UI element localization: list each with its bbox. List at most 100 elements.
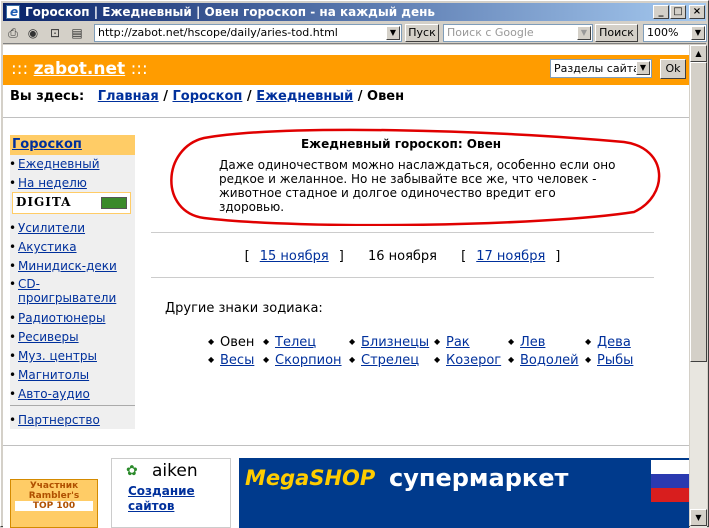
zoom-select[interactable]: 100% ▼: [643, 24, 707, 42]
zodiac-gemini[interactable]: Близнецы: [349, 335, 429, 350]
camera-icon[interactable]: ◉: [25, 25, 41, 41]
sidebar-item-acoustics[interactable]: Акустика: [9, 239, 76, 255]
other-signs-label: Другие знаки зодиака:: [165, 301, 323, 316]
minimize-button[interactable]: _: [653, 5, 669, 19]
chevron-down-icon[interactable]: ▼: [577, 26, 591, 40]
zodiac-taurus[interactable]: Телец: [263, 335, 316, 350]
scroll-thumb[interactable]: [690, 62, 707, 362]
sidebar-item-tuners[interactable]: Радиотюнеры: [9, 310, 106, 326]
window-title: Гороскоп | Ежедневный | Овен гороскоп - …: [25, 5, 436, 19]
zodiac-pisces[interactable]: Рыбы: [585, 353, 634, 368]
breadcrumb-horoscope[interactable]: Гороскоп: [172, 89, 242, 104]
sidebar-title[interactable]: Гороскоп: [10, 135, 135, 155]
breadcrumb-home[interactable]: Главная: [98, 89, 159, 104]
ie-icon: [6, 3, 20, 21]
megashop-logo: MegaSHOP: [245, 466, 376, 490]
scroll-down-icon[interactable]: ▼: [690, 509, 707, 526]
megashop-banner[interactable]: MegaSHOP супермаркет: [239, 458, 689, 528]
sidebar-item-radio[interactable]: Магнитолы: [9, 367, 89, 383]
toolbar: ⎙ ◉ ⊡ ▤ http://zabot.net/hscope/daily/ar…: [3, 22, 707, 44]
chevron-down-icon[interactable]: ▼: [636, 61, 650, 75]
sections-select[interactable]: Разделы сайта: ▼: [550, 59, 652, 78]
logo-name: zabot.net: [33, 59, 126, 79]
aiken-link-sites[interactable]: сайтов: [128, 499, 174, 513]
title-bar: Гороскоп | Ежедневный | Овен гороскоп - …: [3, 3, 706, 21]
search-placeholder: Поиск с Google: [447, 26, 534, 39]
sidebar-item-auto-audio[interactable]: Авто-аудио: [9, 386, 90, 402]
sidebar-item-daily[interactable]: Ежедневный: [9, 156, 99, 172]
go-button[interactable]: Пуск: [405, 24, 439, 42]
flag-white: [651, 460, 689, 474]
zodiac-scorpio[interactable]: Скорпион: [263, 353, 341, 368]
divider: [151, 232, 654, 233]
breadcrumb-prefix: Вы здесь:: [10, 89, 85, 104]
date-next-link[interactable]: 17 ноября: [476, 249, 545, 264]
red-annotation-oval: [170, 128, 661, 226]
site-logo[interactable]: ::: zabot.net :::: [11, 59, 148, 79]
close-button[interactable]: ×: [689, 5, 705, 19]
aiken-ad[interactable]: ✿ aiken Создание сайтов: [111, 458, 231, 528]
leaf-icon: ✿: [126, 463, 138, 479]
rambler-line2: Rambler's: [28, 491, 80, 501]
vertical-scrollbar[interactable]: ▲ ▼: [690, 45, 707, 528]
digita-banner[interactable]: DIGITA: [12, 192, 131, 214]
scroll-up-icon[interactable]: ▲: [690, 45, 707, 62]
sidebar-item-cd-label: CD-проигрыватели: [18, 277, 117, 305]
sidebar-title-label: Гороскоп: [12, 137, 82, 152]
breadcrumb-daily[interactable]: Ежедневный: [256, 89, 353, 104]
zodiac-aquarius[interactable]: Водолей: [508, 353, 578, 368]
date-prev[interactable]: [15 ноября]: [245, 249, 344, 264]
rambler-line3: TOP 100: [15, 501, 93, 511]
zodiac-cancer[interactable]: Рак: [434, 335, 470, 350]
date-current: 16 ноября: [367, 249, 438, 264]
header-divider: [3, 117, 689, 118]
logo-prefix: :::: [11, 59, 29, 79]
sidebar-item-partnership[interactable]: Партнерство: [9, 412, 100, 428]
chevron-down-icon[interactable]: ▼: [691, 26, 705, 40]
breadcrumb-separator: /: [163, 89, 168, 104]
chevron-down-icon[interactable]: ▼: [386, 26, 400, 40]
zodiac-leo[interactable]: Лев: [508, 335, 546, 350]
maximize-button[interactable]: □: [670, 5, 686, 19]
divider: [151, 277, 654, 278]
zoom-value: 100%: [647, 26, 679, 39]
page-icon[interactable]: ▤: [69, 25, 85, 41]
date-prev-link[interactable]: 15 ноября: [260, 249, 329, 264]
footer-divider: [3, 445, 689, 446]
search-input[interactable]: Поиск с Google ▼: [443, 24, 593, 42]
zodiac-sagittarius[interactable]: Стрелец: [349, 353, 419, 368]
breadcrumb: Вы здесь: Главная / Гороскоп / Ежедневны…: [10, 89, 404, 104]
zodiac-libra[interactable]: Весы: [208, 353, 254, 368]
aiken-logo: aiken: [152, 461, 198, 481]
sidebar-divider: [10, 405, 135, 406]
sidebar-item-cd[interactable]: CD-проигрыватели: [9, 277, 128, 305]
breadcrumb-current: Овен: [367, 89, 405, 104]
logo-suffix: :::: [130, 59, 148, 79]
flag-blue: [651, 474, 689, 488]
date-next[interactable]: [17 ноября]: [461, 249, 560, 264]
address-bar[interactable]: http://zabot.net/hscope/daily/aries-tod.…: [94, 24, 402, 42]
breadcrumb-separator: /: [246, 89, 252, 104]
search-button[interactable]: Поиск: [595, 24, 638, 42]
sections-label: Разделы сайта:: [554, 62, 644, 75]
print-icon[interactable]: ⎙: [5, 25, 21, 41]
address-text: http://zabot.net/hscope/daily/aries-tod.…: [98, 26, 338, 39]
rambler-line1: Участник: [29, 481, 79, 491]
rambler-counter[interactable]: Участник Rambler's TOP 100: [10, 479, 98, 528]
sidebar: Гороскоп Ежедневный На неделю DIGITA Уси…: [9, 135, 135, 429]
sidebar-item-minidisc[interactable]: Минидиск-деки: [9, 258, 117, 274]
aiken-link-create[interactable]: Создание: [128, 484, 195, 498]
digita-logo: DIGITA: [16, 195, 72, 209]
sidebar-item-receivers[interactable]: Ресиверы: [9, 329, 78, 345]
zodiac-aries: Овен: [208, 335, 255, 350]
sidebar-item-weekly[interactable]: На неделю: [9, 175, 87, 191]
date-navigation: [15 ноября] 16 ноября [17 ноября]: [151, 249, 654, 264]
lock-icon[interactable]: ⊡: [47, 25, 63, 41]
zodiac-capricorn[interactable]: Козерог: [434, 353, 501, 368]
zodiac-virgo[interactable]: Дева: [585, 335, 631, 350]
sidebar-item-music-centers[interactable]: Муз. центры: [9, 348, 97, 364]
page-viewport: ::: zabot.net ::: Разделы сайта: ▼ Ok Вы…: [3, 45, 689, 528]
flag-red: [651, 488, 689, 502]
sidebar-item-amplifiers[interactable]: Усилители: [9, 220, 85, 236]
ok-button[interactable]: Ok: [660, 59, 686, 79]
